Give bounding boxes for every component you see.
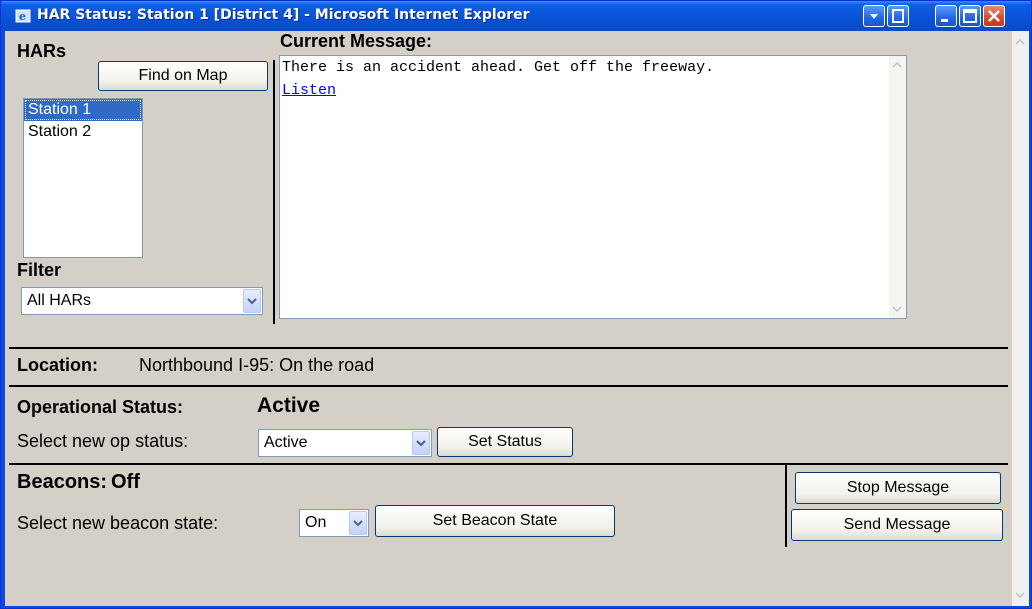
- message-textarea[interactable]: There is an accident ahead. Get off the …: [279, 55, 907, 319]
- beacons-state: Off: [111, 471, 140, 493]
- send-message-button[interactable]: Send Message: [791, 509, 1003, 541]
- location-value: Northbound I-95: On the road: [139, 355, 375, 375]
- textarea-scrollbar[interactable]: [889, 56, 906, 318]
- list-item[interactable]: Station 1: [24, 99, 142, 121]
- filter-label: Filter: [17, 260, 62, 280]
- message-text: There is an accident ahead. Get off the …: [282, 59, 715, 76]
- scroll-down-icon[interactable]: [1013, 588, 1027, 602]
- restore-tab-button[interactable]: [887, 5, 909, 27]
- actions-divider: [785, 465, 787, 547]
- scroll-up-icon[interactable]: [890, 58, 904, 72]
- current-message-heading: Current Message:: [280, 31, 433, 51]
- set-beacon-state-button[interactable]: Set Beacon State: [375, 505, 615, 537]
- close-button[interactable]: [983, 5, 1005, 27]
- filter-select[interactable]: All HARs: [21, 287, 263, 315]
- minimize-icon: [941, 19, 948, 22]
- chevron-down-icon[interactable]: [243, 289, 261, 313]
- dropdown-arrow-icon: [870, 14, 878, 19]
- title-bar[interactable]: e HAR Status: Station 1 [District 4] - M…: [1, 1, 1031, 31]
- ie-icon: e: [15, 9, 31, 23]
- chevron-down-icon[interactable]: [349, 511, 367, 535]
- panel-divider: [273, 60, 275, 324]
- stop-message-button[interactable]: Stop Message: [795, 472, 1001, 504]
- divider: [9, 463, 1008, 465]
- op-status-select-label: Select new op status:: [17, 431, 189, 451]
- maximize-icon: [963, 9, 977, 23]
- set-status-button[interactable]: Set Status: [437, 427, 573, 457]
- har-listbox[interactable]: Station 1 Station 2: [23, 98, 143, 258]
- page-scrollbar[interactable]: [1012, 31, 1029, 606]
- close-icon: [988, 10, 1000, 22]
- page-content: HARs Find on Map Station 1 Station 2 Fil…: [5, 31, 1029, 606]
- operational-status-value: Active: [257, 394, 321, 417]
- location-label: Location:: [17, 355, 98, 375]
- filter-select-value: All HARs: [27, 292, 92, 309]
- browser-window: e HAR Status: Station 1 [District 4] - M…: [0, 0, 1032, 609]
- listen-link[interactable]: Listen: [282, 82, 336, 99]
- dropdown-menu-button[interactable]: [863, 5, 885, 27]
- op-status-select[interactable]: Active: [258, 429, 432, 457]
- chevron-down-icon[interactable]: [412, 431, 430, 455]
- beacon-state-select[interactable]: On: [299, 509, 369, 537]
- scroll-down-icon[interactable]: [890, 302, 904, 316]
- window-icon: [892, 9, 904, 23]
- divider: [9, 385, 1008, 387]
- list-item[interactable]: Station 2: [24, 121, 142, 143]
- beacons-label: Beacons:: [17, 471, 108, 493]
- find-on-map-button[interactable]: Find on Map: [98, 61, 268, 91]
- maximize-button[interactable]: [959, 5, 981, 27]
- minimize-button[interactable]: [935, 5, 957, 27]
- divider: [9, 347, 1008, 349]
- window-title: HAR Status: Station 1 [District 4] - Mic…: [37, 7, 530, 23]
- scroll-up-icon[interactable]: [1013, 35, 1027, 49]
- hars-heading: HARs: [17, 41, 67, 61]
- operational-status-label: Operational Status:: [17, 397, 184, 417]
- beacon-select-value: On: [305, 514, 327, 531]
- beacon-select-label: Select new beacon state:: [17, 513, 219, 533]
- svg-text:e: e: [19, 10, 26, 23]
- op-status-select-value: Active: [264, 434, 308, 451]
